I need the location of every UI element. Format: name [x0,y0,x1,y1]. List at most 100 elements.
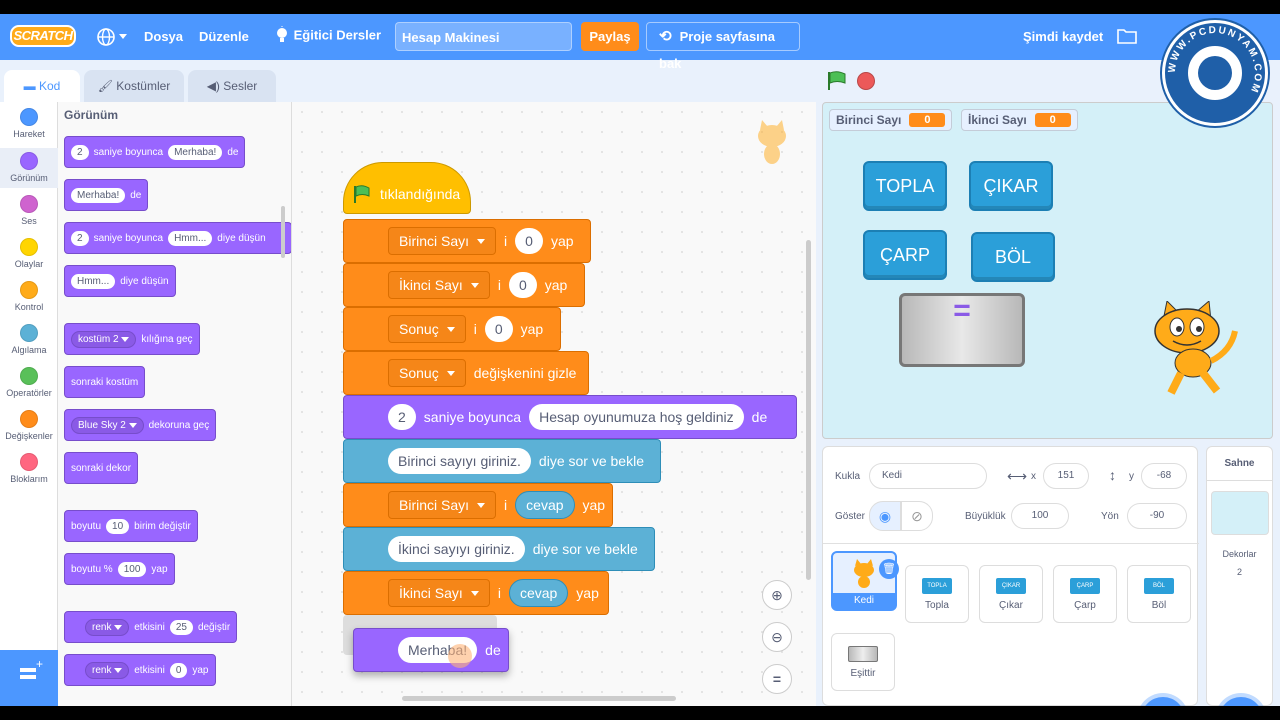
y-input[interactable]: -68 [1141,463,1187,489]
add-sprite-fab[interactable] [1141,697,1185,706]
thought-input[interactable]: Hmm... [168,230,213,246]
category-my-blocks[interactable]: Bloklarım [0,453,58,484]
when-flag-clicked-hat-block[interactable]: tıklandığında [343,162,471,214]
divide-sprite-button[interactable]: BÖL [971,232,1055,282]
edit-menu[interactable]: Düzenle [199,29,249,44]
category-operators[interactable]: Operatörler [0,367,58,398]
answer-reporter[interactable]: cevap [508,579,569,607]
size-input[interactable]: 100 [1011,503,1069,529]
palette-scrollbar[interactable] [281,206,285,258]
question-input[interactable]: Birinci sayıyı giriniz. [388,448,531,474]
category-sensing[interactable]: Algılama [0,324,58,355]
palette-next-backdrop-block[interactable]: sonraki dekor [64,452,139,484]
palette-change-effect-block[interactable]: renk etkisini 25 değiştir [64,611,238,643]
palette-next-costume-block[interactable]: sonraki kostüm [64,366,146,398]
effect-input[interactable]: 25 [169,619,193,635]
show-sprite-button[interactable]: ◉ [869,501,901,531]
sprite-tile-esittir[interactable]: Eşittir [831,633,895,691]
zoom-in-button[interactable]: ⊕ [762,580,792,610]
delete-sprite-button[interactable]: 🗑 [879,559,899,579]
sprite-tile-topla[interactable]: TOPLA Topla [905,565,969,623]
add-extension-button[interactable]: + [0,650,58,706]
set-variable-block[interactable]: Sonuç i 0 yap [343,307,561,351]
vertical-scrollbar[interactable] [806,240,811,580]
stage[interactable]: Birinci Sayı 0 İkinci Sayı 0 TOPLA ÇIKAR Ç… [822,102,1273,439]
stop-button[interactable] [857,72,875,90]
backdrop-dropdown[interactable]: Blue Sky 2 [71,416,144,434]
say-for-secs-block[interactable]: 2 saniye boyunca Hesap oyunumuza hoş geldi… [343,395,797,439]
category-looks[interactable]: Görünüm [0,148,58,188]
sprite-tile-cikar[interactable]: ÇIKAR Çıkar [979,565,1043,623]
add-backdrop-fab[interactable] [1219,697,1263,706]
hide-sprite-button[interactable]: ⊘ [901,501,933,531]
tab-code[interactable]: ▬ Kod [4,70,80,102]
size-input[interactable]: 10 [106,518,130,534]
green-flag-button[interactable] [826,70,848,97]
variable-dropdown[interactable]: Sonuç [388,359,466,387]
stage-thumbnail[interactable] [1211,491,1269,535]
zoom-out-button[interactable]: ⊖ [762,622,792,652]
set-variable-block[interactable]: İkinci Sayı i 0 yap [343,263,585,307]
palette-switch-backdrop-block[interactable]: Blue Sky 2 dekoruna geç [64,409,217,441]
palette-change-size-block[interactable]: boyutu 10 birim değiştir [64,510,198,542]
project-title-input[interactable]: Hesap Makinesi [395,22,572,51]
variable-dropdown[interactable]: İkinci Sayı [388,579,490,607]
message-input[interactable]: Merhaba! [168,144,223,160]
hide-variable-block[interactable]: Sonuç değişkenini gizle [343,351,589,395]
palette-set-size-block[interactable]: boyutu % 100 yap [64,553,175,585]
effect-dropdown[interactable]: renk [85,618,130,636]
category-motion[interactable]: Hareket [0,108,58,139]
size-input[interactable]: 100 [117,561,147,577]
zoom-reset-button[interactable]: = [762,664,792,694]
effect-input[interactable]: 0 [169,662,188,678]
palette-think-block[interactable]: Hmm... diye düşün [64,265,176,297]
variable-dropdown[interactable]: İkinci Sayı [388,271,490,299]
ask-and-wait-block[interactable]: İkinci sayıyı giriniz. diye sor ve bekle [343,527,655,571]
scratch-logo[interactable]: SCRATCH [10,25,76,47]
thought-input[interactable]: Hmm... [71,273,116,289]
palette-say-for-secs-block[interactable]: 2 saniye boyunca Merhaba! de [64,136,246,168]
variable-dropdown[interactable]: Birinci Sayı [388,491,497,519]
secs-input[interactable]: 2 [71,144,89,160]
message-input[interactable]: Hesap oyunumuza hoş geldiniz [529,404,744,430]
question-input[interactable]: İkinci sayıyı giriniz. [388,536,525,562]
palette-switch-costume-block[interactable]: kostüm 2 kılığına geç [64,323,200,355]
secs-input[interactable]: 2 [388,404,416,430]
value-input[interactable]: 0 [484,316,513,342]
save-now-button[interactable]: Şimdi kaydet [1023,29,1103,44]
category-control[interactable]: Kontrol [0,281,58,312]
set-variable-block[interactable]: Birinci Sayı i 0 yap [343,219,591,263]
see-project-page-button[interactable]: ⟲ Proje sayfasına bak [646,22,800,71]
sprite-tile-bol[interactable]: BÖL Böl [1127,565,1191,623]
stage-target-pane[interactable]: Sahne Dekorlar 2 [1206,446,1273,706]
folder-icon[interactable] [1117,27,1137,48]
share-button[interactable]: Paylaş [581,22,639,51]
sprite-tile-carp[interactable]: ÇARP Çarp [1053,565,1117,623]
variable-dropdown[interactable]: Sonuç [388,315,466,343]
x-input[interactable]: 151 [1043,463,1089,489]
palette-think-for-secs-block[interactable]: 2 saniye boyunca Hmm... diye düşün [64,222,291,254]
subtract-sprite-button[interactable]: ÇIKAR [969,161,1053,211]
category-events[interactable]: Olaylar [0,238,58,269]
palette-say-block[interactable]: Merhaba! de [64,179,149,211]
value-input[interactable]: 0 [515,228,543,254]
answer-reporter[interactable]: cevap [515,491,575,519]
direction-input[interactable]: -90 [1127,503,1187,529]
file-menu[interactable]: Dosya [144,29,183,44]
sprite-name-input[interactable]: Kedi [869,463,987,489]
multiply-sprite-button[interactable]: ÇARP [863,230,947,280]
dragged-say-block[interactable]: Merhaba! de [353,628,509,672]
message-input[interactable]: Merhaba! [71,187,126,203]
cat-sprite[interactable] [1145,299,1241,402]
equals-sprite-button[interactable]: = [899,293,1025,367]
tutorials-menu[interactable]: Eğitici Dersler [274,26,381,44]
tab-sounds[interactable]: ◀) Sesler [188,70,276,102]
ask-and-wait-block[interactable]: Birinci sayıyı giriniz. diye sor ve bekle [343,439,661,483]
category-sound[interactable]: Ses [0,195,58,226]
add-sprite-button[interactable]: TOPLA [863,161,947,211]
set-variable-block[interactable]: İkinci Sayı i cevap yap [343,571,609,615]
set-variable-block[interactable]: Birinci Sayı i cevap yap [343,483,613,527]
language-menu[interactable] [96,27,127,50]
value-input[interactable]: 0 [508,272,537,298]
variable-dropdown[interactable]: Birinci Sayı [388,227,497,255]
